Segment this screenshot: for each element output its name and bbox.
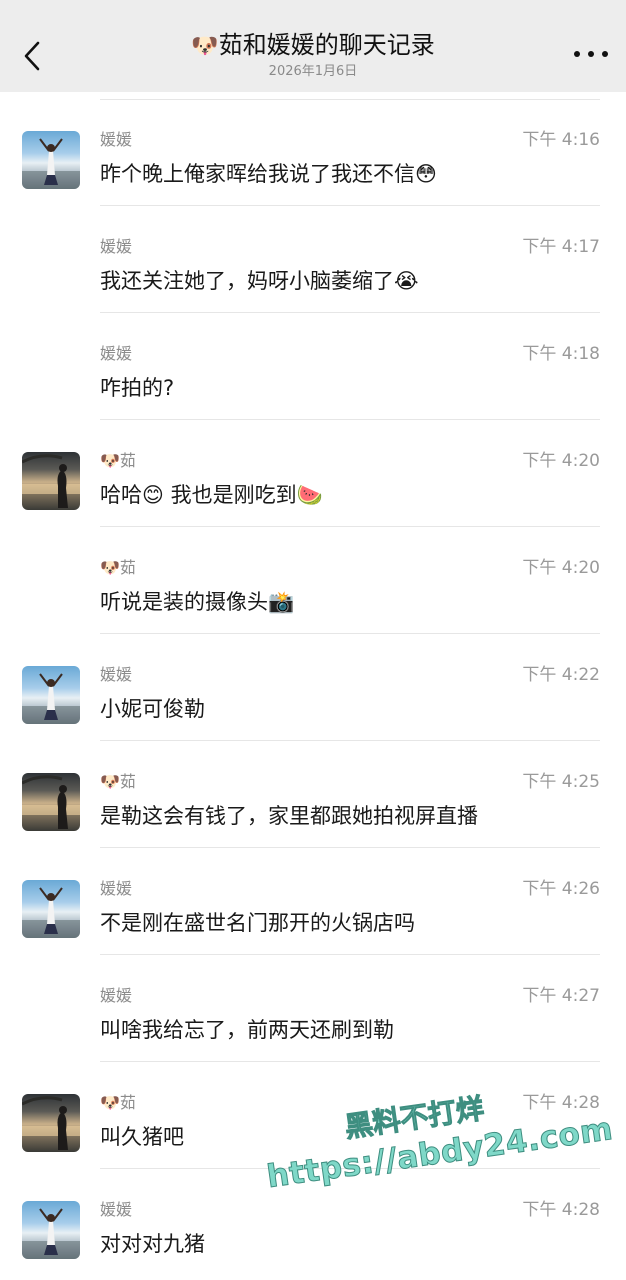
avatar[interactable] — [22, 773, 80, 831]
avatar[interactable] — [22, 880, 80, 938]
message-item[interactable]: 🐶茹 下午 4:25 是勒这会有钱了，家里都跟她拍视屏直播 — [0, 741, 626, 848]
page-title: 🐶茹和媛媛的聊天记录 — [100, 30, 526, 62]
avatar-figure — [22, 1096, 80, 1150]
message-text[interactable]: 小妮可俊勒 — [100, 694, 205, 724]
message-text[interactable]: 听说是装的摄像头📸 — [100, 587, 294, 617]
message-item[interactable]: 媛媛 下午 4:27 叫啥我给忘了，前两天还刷到勒 — [0, 955, 626, 1062]
sender-name: 媛媛 — [100, 665, 133, 684]
sender-name: 🐶茹 — [100, 558, 136, 577]
avatar-figure — [22, 887, 80, 938]
avatar-figure — [22, 673, 80, 724]
avatar[interactable] — [22, 131, 80, 189]
sender-name: 媛媛 — [100, 1200, 133, 1219]
sender-name: 媛媛 — [100, 237, 133, 256]
avatar-figure — [22, 1208, 80, 1259]
sender-name: 🐶茹 — [100, 1093, 136, 1112]
back-button[interactable] — [14, 34, 50, 78]
message-text[interactable]: 叫久猪吧 — [100, 1122, 184, 1152]
message-time: 下午 4:17 — [522, 237, 600, 257]
message-time: 下午 4:25 — [522, 772, 600, 792]
message-item[interactable]: 🐶茹 下午 4:28 叫久猪吧 — [0, 1062, 626, 1169]
message-text[interactable]: 叫啥我给忘了，前两天还刷到勒 — [100, 1015, 394, 1045]
chat-date: 2026年1月6日 — [268, 64, 358, 79]
message-item[interactable]: 媛媛 下午 4:26 不是刚在盛世名门那开的火锅店吗 — [0, 848, 626, 955]
message-item[interactable]: 🐶茹 下午 4:20 听说是装的摄像头📸 — [0, 527, 626, 634]
message-time: 下午 4:27 — [522, 986, 600, 1006]
message-time: 下午 4:20 — [522, 451, 600, 471]
avatar[interactable] — [22, 1201, 80, 1259]
message-item[interactable]: 媛媛 下午 4:17 我还关注她了，妈呀小脑萎缩了😭 — [0, 206, 626, 313]
sender-name: 媛媛 — [100, 344, 133, 363]
message-text[interactable]: 我还关注她了，妈呀小脑萎缩了😭 — [100, 266, 419, 296]
dog-emoji-icon: 🐶 — [191, 34, 219, 59]
message-text[interactable]: 哈哈😊 我也是刚吃到🍉 — [100, 480, 323, 510]
more-options-button[interactable] — [574, 44, 608, 64]
message-text[interactable]: 不是刚在盛世名门那开的火锅店吗 — [100, 908, 415, 938]
message-time: 下午 4:28 — [522, 1093, 600, 1113]
avatar[interactable] — [22, 666, 80, 724]
avatar[interactable] — [22, 452, 80, 510]
message-time: 下午 4:20 — [522, 558, 600, 578]
message-item[interactable]: 🐶茹 下午 4:20 哈哈😊 我也是刚吃到🍉 — [0, 420, 626, 527]
avatar-figure — [22, 138, 80, 189]
message-text[interactable]: 是勒这会有钱了，家里都跟她拍视屏直播 — [100, 801, 478, 831]
message-item[interactable]: 媛媛 下午 4:18 咋拍的? — [0, 313, 626, 420]
chat-history-list[interactable]: 媛媛 下午 4:16 昨个晚上俺家晖给我说了我还不信😳 媛媛 下午 4:17 我还关注她了… — [0, 92, 626, 1280]
more-dots-icon — [574, 51, 580, 57]
message-time: 下午 4:26 — [522, 879, 600, 899]
message-time: 下午 4:16 — [522, 130, 600, 150]
message-time: 下午 4:22 — [522, 665, 600, 685]
avatar-figure — [22, 775, 80, 829]
avatar[interactable] — [22, 1094, 80, 1152]
sender-name: 媛媛 — [100, 130, 133, 149]
sender-name: 媛媛 — [100, 986, 133, 1005]
chevron-left-icon — [24, 41, 40, 71]
avatar-figure — [22, 454, 80, 508]
title-block: 🐶茹和媛媛的聊天记录 2026年1月6日 — [100, 30, 526, 80]
message-item[interactable]: 媛媛 下午 4:28 对对对九猪 — [0, 1169, 626, 1276]
sender-name: 🐶茹 — [100, 451, 136, 470]
sender-name: 媛媛 — [100, 879, 133, 898]
message-item[interactable]: 媛媛 下午 4:22 小妮可俊勒 — [0, 634, 626, 741]
message-time: 下午 4:28 — [522, 1200, 600, 1220]
message-text[interactable]: 昨个晚上俺家晖给我说了我还不信😳 — [100, 159, 437, 189]
message-text[interactable]: 咋拍的? — [100, 373, 174, 403]
navigation-bar: 🐶茹和媛媛的聊天记录 2026年1月6日 — [0, 0, 626, 92]
message-time: 下午 4:18 — [522, 344, 600, 364]
message-item[interactable]: 媛媛 下午 4:16 昨个晚上俺家晖给我说了我还不信😳 — [0, 99, 626, 206]
message-text[interactable]: 对对对九猪 — [100, 1229, 205, 1259]
page-title-text: 茹和媛媛的聊天记录 — [218, 31, 435, 59]
sender-name: 🐶茹 — [100, 772, 136, 791]
